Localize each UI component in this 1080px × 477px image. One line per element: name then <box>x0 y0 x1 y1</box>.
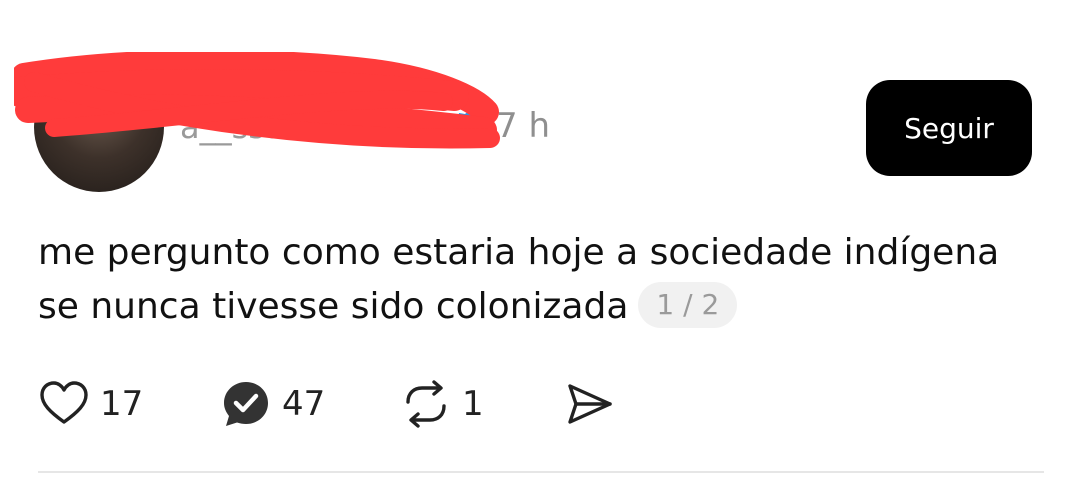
redaction-scribble <box>14 52 500 149</box>
follow-button[interactable]: Seguir <box>866 80 1032 176</box>
repost-count: 1 <box>462 384 484 424</box>
share-button[interactable] <box>564 376 616 432</box>
like-count: 17 <box>100 384 144 424</box>
thread-post: a__ssa 7 h Seguir me pergunto como estar… <box>0 0 1080 477</box>
repost-icon <box>406 380 446 428</box>
post-divider <box>38 471 1044 473</box>
reply-count: 47 <box>282 384 326 424</box>
thread-position-badge[interactable]: 1 / 2 <box>638 282 738 328</box>
reply-button[interactable]: 47 <box>220 376 325 432</box>
send-icon <box>568 384 612 424</box>
post-text-line: se nunca tivesse sido colonizada <box>38 286 629 327</box>
post-actions: 17 47 1 <box>38 376 738 432</box>
post-text-line: me pergunto como estaria hoje a sociedad… <box>38 232 1000 273</box>
post-body: me pergunto como estaria hoje a sociedad… <box>38 226 1038 334</box>
like-button[interactable]: 17 <box>38 376 143 432</box>
comment-check-icon <box>224 382 268 426</box>
repost-button[interactable]: 1 <box>400 376 484 432</box>
heart-icon <box>40 381 88 424</box>
post-timestamp: 7 h <box>496 106 550 146</box>
post-text-line-2: se nunca tivesse sido colonizada 1 / 2 <box>38 280 1038 334</box>
